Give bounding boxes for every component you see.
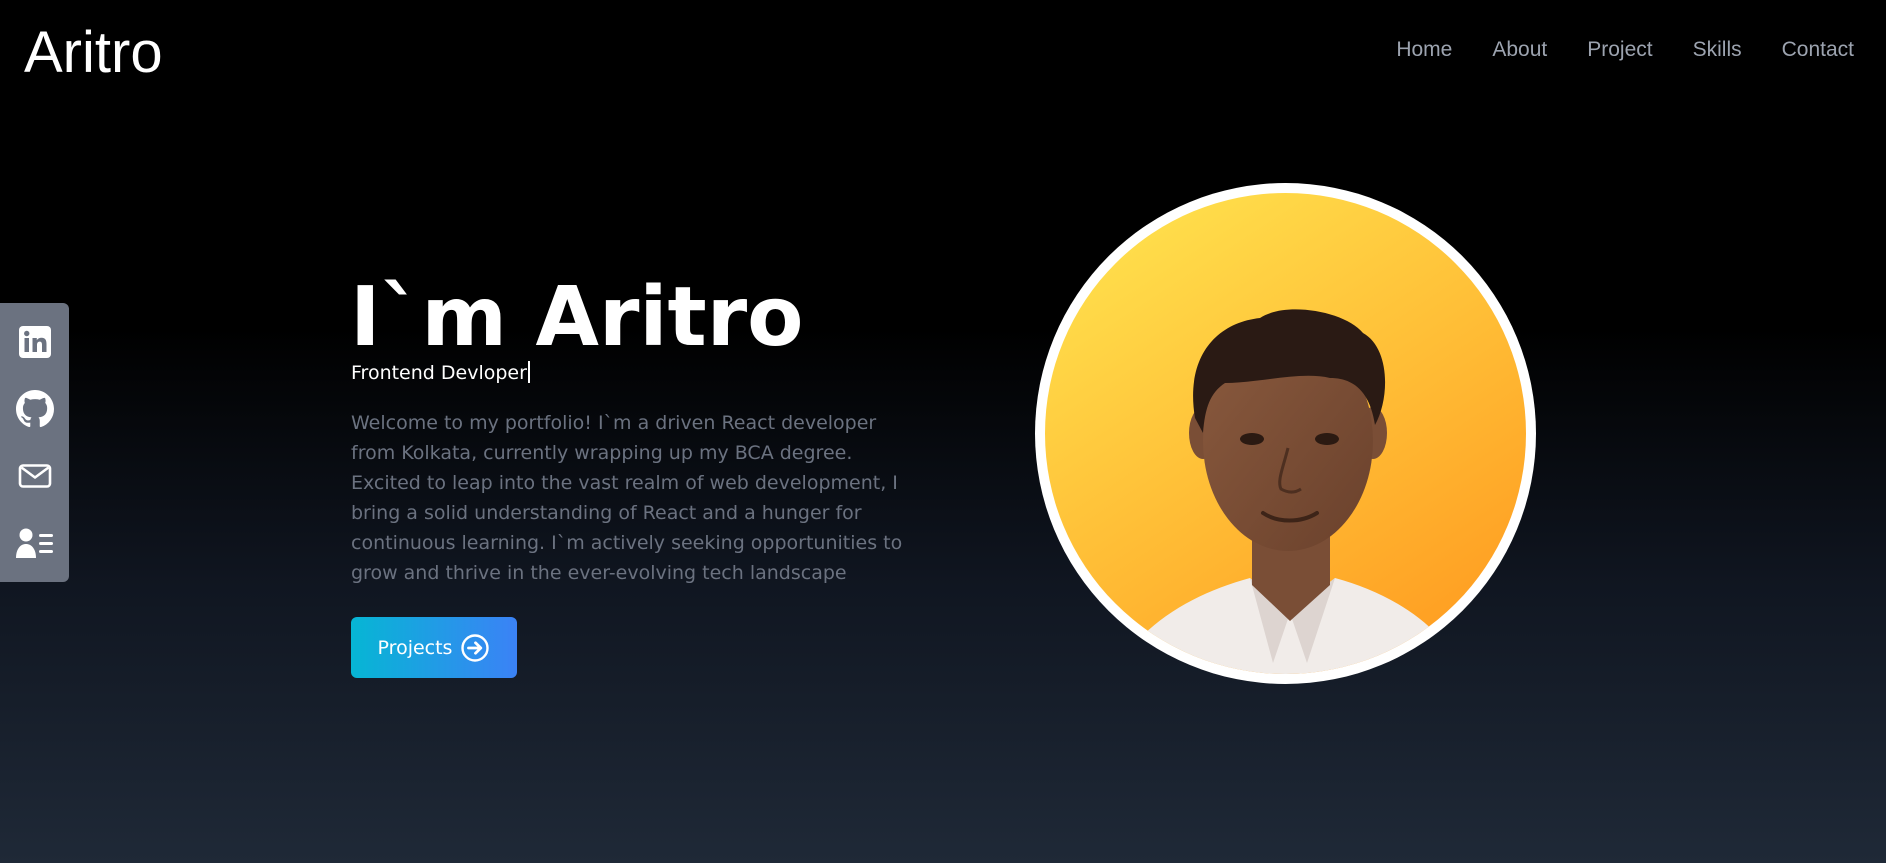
arrow-right-circle-icon	[461, 633, 490, 662]
hero-title: I`m Aritro	[350, 270, 804, 365]
hero-intro: Welcome to my portfolio! I`m a driven Re…	[351, 412, 903, 584]
github-link[interactable]	[15, 389, 55, 429]
linkedin-link[interactable]	[15, 322, 55, 362]
mail-link[interactable]	[15, 456, 55, 496]
projects-button[interactable]: Projects	[351, 617, 517, 678]
linkedin-icon	[18, 326, 51, 359]
profile-photo	[1045, 193, 1526, 674]
profile-photo-frame	[1035, 183, 1536, 684]
nav-skills[interactable]: Skills	[1693, 36, 1742, 64]
contact-card-icon	[15, 528, 53, 558]
typing-cursor	[527, 361, 530, 383]
mail-icon	[18, 464, 51, 488]
resume-link[interactable]	[15, 523, 55, 563]
main-nav: Home About Project Skills Contact	[1396, 36, 1854, 64]
hero-subtitle: Frontend Devloper	[351, 361, 530, 385]
nav-home[interactable]: Home	[1396, 36, 1452, 64]
github-icon	[15, 390, 54, 428]
nav-project[interactable]: Project	[1587, 36, 1652, 64]
nav-contact[interactable]: Contact	[1782, 36, 1854, 64]
social-sidebar	[0, 303, 69, 582]
brand-logo[interactable]: Aritro	[24, 18, 163, 88]
typed-role-text: Frontend Devloper	[351, 362, 527, 384]
nav-about[interactable]: About	[1492, 36, 1547, 64]
projects-button-label: Projects	[377, 636, 453, 659]
